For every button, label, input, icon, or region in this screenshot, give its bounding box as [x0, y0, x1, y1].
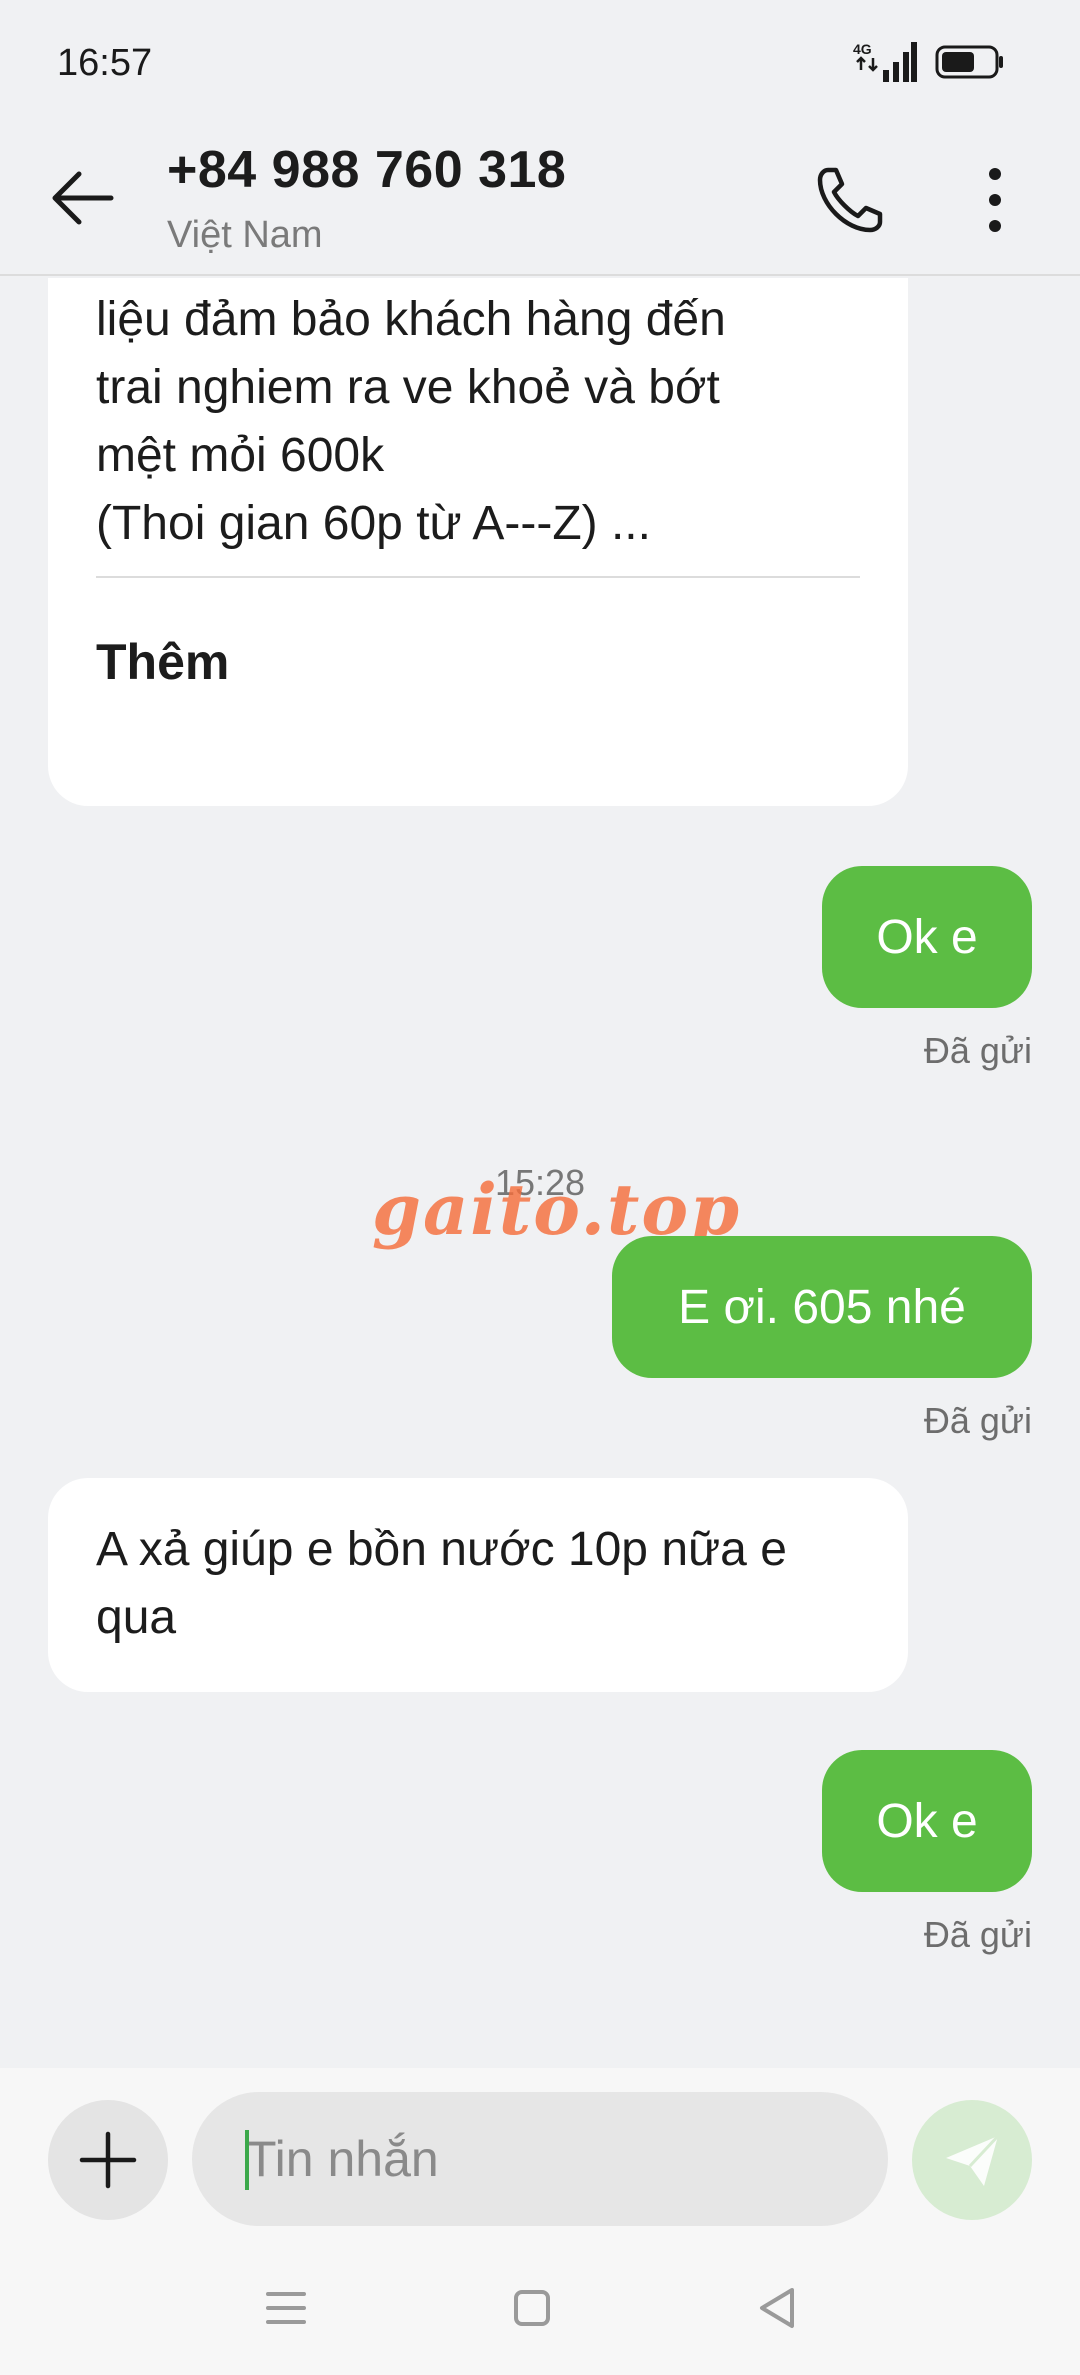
phone-icon: [817, 167, 883, 233]
recents-button[interactable]: [256, 2278, 316, 2338]
menu-icon: [266, 2292, 306, 2324]
signal-icon: 4G: [853, 41, 917, 82]
status-icons: 4G: [853, 40, 1005, 84]
more-options-button[interactable]: [965, 160, 1025, 240]
network-type-label: 4G: [853, 41, 872, 57]
battery-icon: [935, 45, 1003, 79]
attach-button[interactable]: [48, 2100, 168, 2220]
status-bar: 16:57 4G: [0, 0, 1080, 120]
incoming-message[interactable]: trị chuyên dung trong ngành trị liệu đảm…: [48, 278, 908, 806]
back-button[interactable]: [45, 158, 125, 238]
square-icon: [514, 2290, 550, 2326]
home-button[interactable]: [502, 2278, 562, 2338]
text-caret: [245, 2130, 249, 2190]
sent-status: Đã gửi: [923, 1400, 1032, 1441]
message-text: E ơi. 605 nhé: [678, 1280, 966, 1334]
contact-region: Việt Nam: [167, 214, 323, 256]
outgoing-message[interactable]: Ok e: [822, 1750, 1032, 1892]
contact-number: +84 988 760 318: [167, 141, 567, 199]
sent-status: Đã gửi: [923, 1030, 1032, 1071]
message-text: A xả giúp e bồn nước 10p nữa e qua: [96, 1523, 787, 1644]
call-button[interactable]: [810, 160, 890, 240]
message-text: Ok e: [876, 910, 978, 964]
conversation-header: +84 988 760 318 Việt Nam: [0, 120, 1080, 276]
message-list[interactable]: trị chuyên dung trong ngành trị liệu đảm…: [0, 278, 1080, 2068]
send-icon: [946, 2134, 1000, 2186]
send-button[interactable]: [912, 2100, 1032, 2220]
message-text: trị chuyên dung trong ngành trị liệu đảm…: [96, 293, 726, 550]
more-vertical-icon: [989, 168, 1001, 232]
back-nav-button[interactable]: [748, 2278, 808, 2338]
arrow-left-icon: [52, 171, 114, 225]
message-divider: [96, 576, 860, 578]
outgoing-message[interactable]: E ơi. 605 nhé: [612, 1236, 1032, 1378]
incoming-message[interactable]: A xả giúp e bồn nước 10p nữa e qua: [48, 1478, 908, 1692]
message-text: Ok e: [876, 1794, 978, 1848]
navigation-bar: [0, 2248, 1080, 2375]
sent-status: Đã gửi: [923, 1914, 1032, 1955]
triangle-back-icon: [760, 2288, 794, 2328]
message-input[interactable]: [192, 2092, 888, 2226]
message-composer: [0, 2068, 1080, 2248]
plus-icon: [79, 2131, 137, 2189]
outgoing-message[interactable]: Ok e: [822, 866, 1032, 1008]
show-more-link[interactable]: Thêm: [96, 628, 229, 696]
status-time: 16:57: [57, 42, 153, 84]
